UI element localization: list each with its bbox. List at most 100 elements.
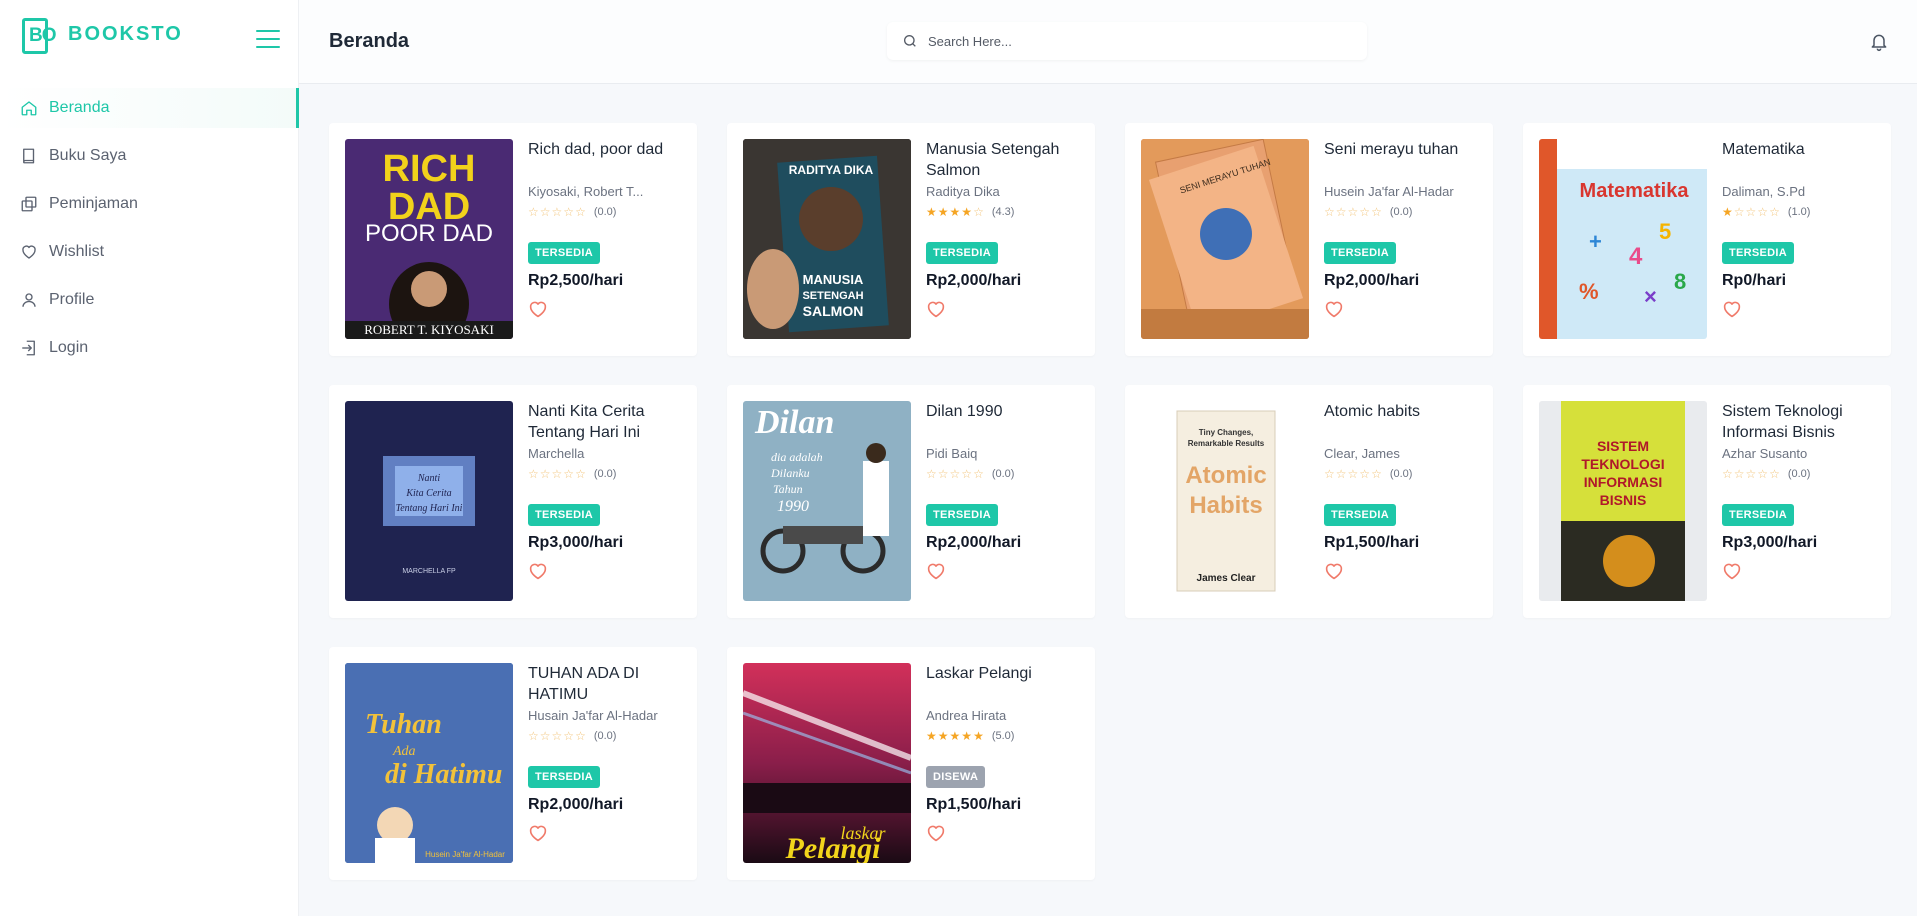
book-title[interactable]: Sistem Teknologi Informasi Bisnis <box>1722 401 1872 443</box>
book-cover[interactable]: SISTEM TEKNOLOGI INFORMASI BISNIS <box>1539 401 1707 601</box>
star-empty-icon: ☆ <box>575 467 586 481</box>
book-card[interactable]: Nanti Kita Cerita Tentang Hari Ini MARCH… <box>329 385 697 618</box>
book-info: TUHAN ADA DI HATIMU Husain Ja'far Al-Had… <box>528 663 678 847</box>
star-empty-icon: ☆ <box>973 205 984 219</box>
book-rating: ★ ★ ★ ★ ☆ (4.3) <box>926 206 1076 218</box>
star-empty-icon: ☆ <box>937 467 949 481</box>
book-title[interactable]: Nanti Kita Cerita Tentang Hari Ini <box>528 401 678 443</box>
star-empty-icon: ☆ <box>1347 205 1359 219</box>
svg-text:Dilan: Dilan <box>754 404 834 441</box>
book-cover[interactable]: RICH DAD POOR DAD ROBERT T. KIYOSAKI <box>345 139 513 339</box>
wishlist-heart-icon[interactable] <box>528 562 548 580</box>
sidebar-item-label: Buku Saya <box>49 147 127 164</box>
star-empty-icon: ☆ <box>1722 467 1733 481</box>
book-card[interactable]: Matematika + 4 5 % × 8 Matematika Dalima… <box>1523 123 1891 356</box>
book-card[interactable]: Tiny Changes, Remarkable Results Atomic … <box>1125 385 1493 618</box>
star-empty-icon: ☆ <box>539 729 551 743</box>
book-cover[interactable]: Matematika + 4 5 % × 8 <box>1539 139 1707 339</box>
book-author: Clear, James <box>1324 446 1400 461</box>
svg-text:BISNIS: BISNIS <box>1600 492 1647 508</box>
search-input[interactable] <box>928 33 1348 49</box>
sidebar-item-wishlist[interactable]: Wishlist <box>0 232 299 272</box>
wishlist-heart-icon[interactable] <box>1324 562 1344 580</box>
star-empty-icon: ☆ <box>1745 467 1757 481</box>
svg-text:Kita Cerita: Kita Cerita <box>405 488 451 499</box>
svg-text:dia adalah: dia adalah <box>771 450 823 464</box>
star-empty-icon: ☆ <box>1359 467 1371 481</box>
wishlist-heart-icon[interactable] <box>1324 300 1344 318</box>
book-title[interactable]: Rich dad, poor dad <box>528 139 678 181</box>
search-bar[interactable] <box>887 22 1367 60</box>
star-empty-icon: ☆ <box>1335 467 1347 481</box>
search-icon <box>904 35 916 47</box>
svg-text:4: 4 <box>1629 243 1643 270</box>
svg-text:SISTEM: SISTEM <box>1597 438 1649 454</box>
book-price: Rp0/hari <box>1722 272 1787 289</box>
book-cover[interactable]: Dilan dia adalah Dilanku Tahun 1990 <box>743 401 911 601</box>
book-title[interactable]: Atomic habits <box>1324 401 1474 443</box>
star-empty-icon: ☆ <box>551 205 563 219</box>
star-empty-icon: ☆ <box>563 205 575 219</box>
book-title[interactable]: Laskar Pelangi <box>926 663 1076 705</box>
star-empty-icon: ☆ <box>1359 205 1371 219</box>
sidebar-item-peminjaman[interactable]: Peminjaman <box>0 184 299 224</box>
book-cover[interactable]: SENI MERAYU TUHAN <box>1141 139 1309 339</box>
book-info: Dilan 1990 Pidi Baiq ☆ ☆ ☆ ☆ ☆ (0.0) TERSEDI… <box>926 401 1076 585</box>
menu-toggle-icon[interactable] <box>256 30 280 50</box>
star-empty-icon: ☆ <box>563 467 575 481</box>
sidebar-item-beranda[interactable]: Beranda <box>0 88 299 128</box>
book-title[interactable]: Manusia Setengah Salmon <box>926 139 1076 181</box>
book-card[interactable]: Tuhan Ada di Hatimu Husein Ja'far Al-Had… <box>329 647 697 880</box>
wishlist-heart-icon[interactable] <box>528 300 548 318</box>
wishlist-heart-icon[interactable] <box>926 824 946 842</box>
wishlist-heart-icon[interactable] <box>1722 300 1742 318</box>
wishlist-heart-icon[interactable] <box>1722 562 1742 580</box>
star-empty-icon: ☆ <box>1757 205 1769 219</box>
rating-stars: ☆ ☆ ☆ ☆ ☆ <box>926 468 985 480</box>
star-filled-icon: ★ <box>937 205 949 219</box>
svg-text:Matematika: Matematika <box>1580 180 1690 202</box>
star-empty-icon: ☆ <box>949 467 961 481</box>
book-card[interactable]: laskar Pelangi Laskar Pelangi Andrea Hir… <box>727 647 1095 880</box>
book-title[interactable]: Matematika <box>1722 139 1872 181</box>
book-author: Husain Ja'far Al-Hadar <box>528 708 658 723</box>
top-header: Beranda <box>299 0 1917 84</box>
sidebar-item-profile[interactable]: Profile <box>0 280 299 320</box>
notification-bell-icon[interactable] <box>1869 32 1889 52</box>
svg-text:SETENGAH: SETENGAH <box>802 290 863 302</box>
rating-stars: ☆ ☆ ☆ ☆ ☆ <box>528 206 587 218</box>
book-cover[interactable]: laskar Pelangi <box>743 663 911 863</box>
star-empty-icon: ☆ <box>973 467 984 481</box>
rating-value: (5.0) <box>991 730 1015 742</box>
wishlist-heart-icon[interactable] <box>926 300 946 318</box>
book-card[interactable]: SISTEM TEKNOLOGI INFORMASI BISNIS Sistem… <box>1523 385 1891 618</box>
rating-stars: ☆ ☆ ☆ ☆ ☆ <box>1324 468 1383 480</box>
book-card[interactable]: RADITYA DIKA MANUSIA SETENGAH SALMON Man… <box>727 123 1095 356</box>
book-card[interactable]: Dilan dia adalah Dilanku Tahun 1990 Dila… <box>727 385 1095 618</box>
book-price: Rp2,000/hari <box>528 796 624 813</box>
book-title[interactable]: Dilan 1990 <box>926 401 1076 443</box>
svg-text:Tahun: Tahun <box>773 482 803 496</box>
status-badge: DISEWA <box>926 766 986 788</box>
rating-stars: ★ ☆ ☆ ☆ ☆ <box>1722 206 1781 218</box>
book-cover[interactable]: Tiny Changes, Remarkable Results Atomic … <box>1141 401 1309 601</box>
book-card[interactable]: SENI MERAYU TUHAN Seni merayu tuhan Huse… <box>1125 123 1493 356</box>
book-title[interactable]: TUHAN ADA DI HATIMU <box>528 663 678 705</box>
sidebar-item-login[interactable]: Login <box>0 328 299 368</box>
status-badge: TERSEDIA <box>926 242 999 264</box>
user-icon <box>22 293 36 307</box>
book-rating: ☆ ☆ ☆ ☆ ☆ (0.0) <box>1324 468 1474 480</box>
svg-text:+: + <box>1589 229 1602 254</box>
book-cover[interactable]: RADITYA DIKA MANUSIA SETENGAH SALMON <box>743 139 911 339</box>
rating-stars: ☆ ☆ ☆ ☆ ☆ <box>1722 468 1781 480</box>
wishlist-heart-icon[interactable] <box>528 824 548 842</box>
star-empty-icon: ☆ <box>1757 467 1769 481</box>
book-title[interactable]: Seni merayu tuhan <box>1324 139 1474 181</box>
book-cover[interactable]: Tuhan Ada di Hatimu Husein Ja'far Al-Had… <box>345 663 513 863</box>
star-empty-icon: ☆ <box>551 467 563 481</box>
wishlist-heart-icon[interactable] <box>926 562 946 580</box>
book-card[interactable]: RICH DAD POOR DAD ROBERT T. KIYOSAKI Ric… <box>329 123 697 356</box>
sidebar-item-buku-saya[interactable]: Buku Saya <box>0 136 299 176</box>
book-cover[interactable]: Nanti Kita Cerita Tentang Hari Ini MARCH… <box>345 401 513 601</box>
brand[interactable]: BO BOOKSTO <box>20 16 183 56</box>
